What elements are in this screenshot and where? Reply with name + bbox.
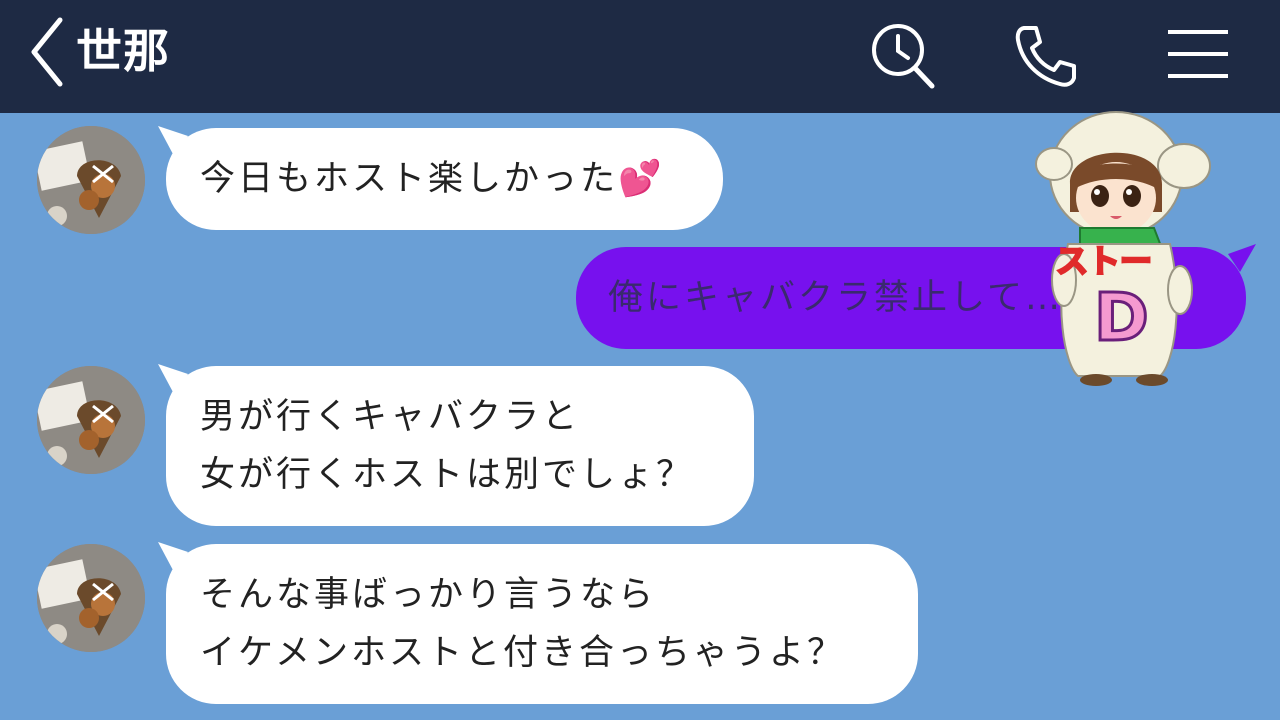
message-text: 男が行くキャバクラと [200,397,581,437]
message-text: イケメンホストと付き合っちゃうよ？ [200,633,845,673]
avatar-image [37,544,145,652]
bubble-tail [158,542,188,572]
sheep-girl-sticker: ストー D [1035,111,1211,386]
received-message: 今日もホスト楽しかった💕 [158,126,723,230]
sticker-big-letter: D [1094,279,1149,356]
message-text: そんな事ばっかり言うなら [200,575,657,615]
bubble-tail [1228,244,1256,272]
contact-avatar[interactable] [37,126,145,234]
received-message: 男が行くキャバクラと 女が行くホストは別でしょ？ [158,364,754,526]
contact-avatar[interactable] [37,366,145,474]
avatar-image [37,366,145,474]
menu-icon[interactable] [1162,20,1234,92]
sticker-text: ストー [1056,242,1152,280]
message-text: 女が行くホストは別でしょ？ [200,455,695,495]
search-clock-icon[interactable] [866,20,938,92]
contact-avatar[interactable] [37,544,145,652]
received-message: そんな事ばっかり言うなら イケメンホストと付き合っちゃうよ？ [158,542,918,704]
phone-icon[interactable] [1010,20,1082,92]
back-chevron-icon[interactable] [26,16,68,88]
chat-title: 世那 [76,24,170,78]
message-text: 俺にキャバクラ禁止して…？ [608,278,1101,318]
message-text: 今日もホスト楽しかった💕 [200,159,665,199]
bubble-tail [158,364,188,394]
chat-header: 世那 [0,0,1280,113]
bubble-tail [158,126,188,156]
avatar-image [37,126,145,234]
